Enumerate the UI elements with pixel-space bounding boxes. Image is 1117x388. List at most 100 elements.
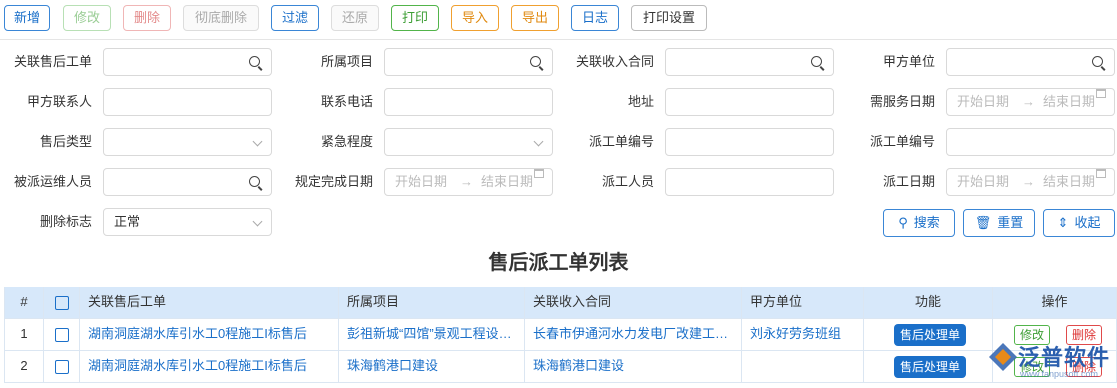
- project-label: 所属项目: [320, 54, 373, 69]
- income-contract-input[interactable]: [665, 48, 834, 76]
- collapse-button-label: 收起: [1074, 215, 1101, 230]
- dispatch-no-label: 派工单编号: [588, 134, 654, 149]
- range-arrow: →: [1022, 174, 1035, 189]
- delete-flag-select[interactable]: 正常: [103, 208, 272, 236]
- select-all-checkbox[interactable]: [55, 296, 69, 310]
- col-header-project: 所属项目: [339, 287, 525, 319]
- dispatch-no-input-2[interactable]: [946, 128, 1115, 156]
- start-date-placeholder: 开始日期: [957, 174, 1010, 189]
- search-button-label: 搜索: [913, 215, 940, 230]
- col-header-index: #: [4, 287, 44, 319]
- print-button[interactable]: 打印: [391, 5, 439, 31]
- search-button[interactable]: ⚲ 搜索: [883, 209, 955, 237]
- delete-button[interactable]: 删除: [123, 5, 171, 31]
- urgency-select[interactable]: [384, 128, 553, 156]
- phone-label: 联系电话: [320, 94, 373, 109]
- party-a-label: 甲方单位: [882, 54, 935, 69]
- row-party-a-link[interactable]: 刘永好劳务班组: [742, 319, 864, 351]
- urgency-label: 紧急程度: [320, 134, 373, 149]
- toolbar-divider: [0, 39, 1117, 40]
- assignee-label: 被派运维人员: [13, 174, 92, 189]
- start-date-placeholder: 开始日期: [395, 174, 448, 189]
- row-checkbox[interactable]: [55, 328, 69, 342]
- row-contract-link[interactable]: 珠海鹤港口建设: [525, 351, 742, 383]
- calendar-icon: [1096, 169, 1106, 178]
- row-project-link[interactable]: 珠海鹤港口建设: [339, 351, 525, 383]
- row-ticket-link[interactable]: 湖南洞庭湖水库引水工0程施工I标售后: [80, 319, 339, 351]
- dispatcher-input[interactable]: [665, 168, 834, 196]
- logo-mark-icon: [989, 343, 1017, 371]
- delete-flag-value: 正常: [114, 214, 141, 229]
- toolbar: 新增 修改 删除 彻底删除 过滤 还原 打印 导入 导出 日志 打印设置: [0, 0, 1117, 38]
- add-button[interactable]: 新增: [4, 5, 50, 31]
- end-date-placeholder: 结束日期: [1043, 94, 1096, 109]
- end-date-placeholder: 结束日期: [481, 174, 534, 189]
- chevron-down-icon: [533, 136, 544, 147]
- row-function-cell: 售后处理单: [864, 319, 993, 351]
- col-header-ticket: 关联售后工单: [80, 287, 339, 319]
- filter-button[interactable]: 过滤: [271, 5, 319, 31]
- party-a-contact-input[interactable]: [103, 88, 272, 116]
- list-title: 售后派工单列表: [488, 252, 629, 274]
- row-select-cell: [44, 319, 80, 351]
- dispatch-date-label: 派工日期: [882, 174, 935, 189]
- assignee-input[interactable]: [103, 168, 272, 196]
- end-date-placeholder: 结束日期: [1043, 174, 1096, 189]
- row-select-cell: [44, 351, 80, 383]
- row-index: 1: [4, 319, 44, 351]
- dispatch-no-label-2: 派工单编号: [869, 134, 935, 149]
- restore-button[interactable]: 还原: [331, 5, 379, 31]
- search-icon[interactable]: [249, 56, 260, 67]
- chevron-up-down-icon: ⇕: [1057, 215, 1069, 230]
- chevron-down-icon: [252, 216, 263, 227]
- row-ticket-link[interactable]: 湖南洞庭湖水库引水工0程施工I标售后: [80, 351, 339, 383]
- reset-button-label: 重置: [997, 215, 1024, 230]
- party-a-input[interactable]: [946, 48, 1115, 76]
- col-header-function: 功能: [864, 287, 993, 319]
- logo-url: www.fanpusoft.com: [1020, 369, 1099, 379]
- service-type-label: 售后类型: [39, 134, 92, 149]
- chevron-down-icon: [252, 136, 263, 147]
- fanpu-logo: 泛普软件 www.fanpusoft.com: [988, 336, 1117, 388]
- project-input[interactable]: [384, 48, 553, 76]
- reset-button[interactable]: 🗑 重置: [963, 209, 1035, 237]
- calendar-icon: [1096, 89, 1106, 98]
- search-icon[interactable]: [1092, 56, 1103, 67]
- start-date-placeholder: 开始日期: [957, 94, 1010, 109]
- edit-button[interactable]: 修改: [63, 5, 111, 31]
- phone-input[interactable]: [384, 88, 553, 116]
- collapse-button[interactable]: ⇕ 收起: [1043, 209, 1115, 237]
- address-label: 地址: [627, 94, 654, 109]
- row-checkbox[interactable]: [55, 360, 69, 374]
- export-button[interactable]: 导出: [511, 5, 559, 31]
- search-icon[interactable]: [249, 176, 260, 187]
- related-ticket-input[interactable]: [103, 48, 272, 76]
- after-sales-handling-button[interactable]: 售后处理单: [894, 324, 966, 346]
- row-contract-link[interactable]: 长春市伊通河水力发电厂改建工程合同: [525, 319, 742, 351]
- col-header-party-a: 甲方单位: [742, 287, 864, 319]
- search-icon[interactable]: [530, 56, 541, 67]
- delete-flag-label: 删除标志: [39, 214, 92, 229]
- log-button[interactable]: 日志: [571, 5, 619, 31]
- col-header-operation: 操作: [993, 287, 1117, 319]
- trash-icon: 🗑: [974, 215, 992, 230]
- address-input[interactable]: [665, 88, 834, 116]
- dispatch-no-input[interactable]: [665, 128, 834, 156]
- search-icon[interactable]: [811, 56, 822, 67]
- print-settings-button[interactable]: 打印设置: [631, 5, 707, 31]
- planned-finish-range[interactable]: 开始日期 → 结束日期: [384, 168, 553, 196]
- related-ticket-label: 关联售后工单: [13, 54, 92, 69]
- dispatch-date-range[interactable]: 开始日期 → 结束日期: [946, 168, 1115, 196]
- import-button[interactable]: 导入: [451, 5, 499, 31]
- income-contract-label: 关联收入合同: [575, 54, 654, 69]
- service-type-select[interactable]: [103, 128, 272, 156]
- service-date-range[interactable]: 开始日期 → 结束日期: [946, 88, 1115, 116]
- col-header-select: [44, 287, 80, 319]
- purge-button[interactable]: 彻底删除: [183, 5, 259, 31]
- row-function-cell: 售后处理单: [864, 351, 993, 383]
- row-project-link[interactable]: 彭祖新城“四馆”景观工程设计施工: [339, 319, 525, 351]
- after-sales-handling-button[interactable]: 售后处理单: [894, 356, 966, 378]
- party-a-contact-label: 甲方联系人: [26, 94, 92, 109]
- row-party-a-link[interactable]: [742, 351, 864, 383]
- calendar-icon: [534, 169, 544, 178]
